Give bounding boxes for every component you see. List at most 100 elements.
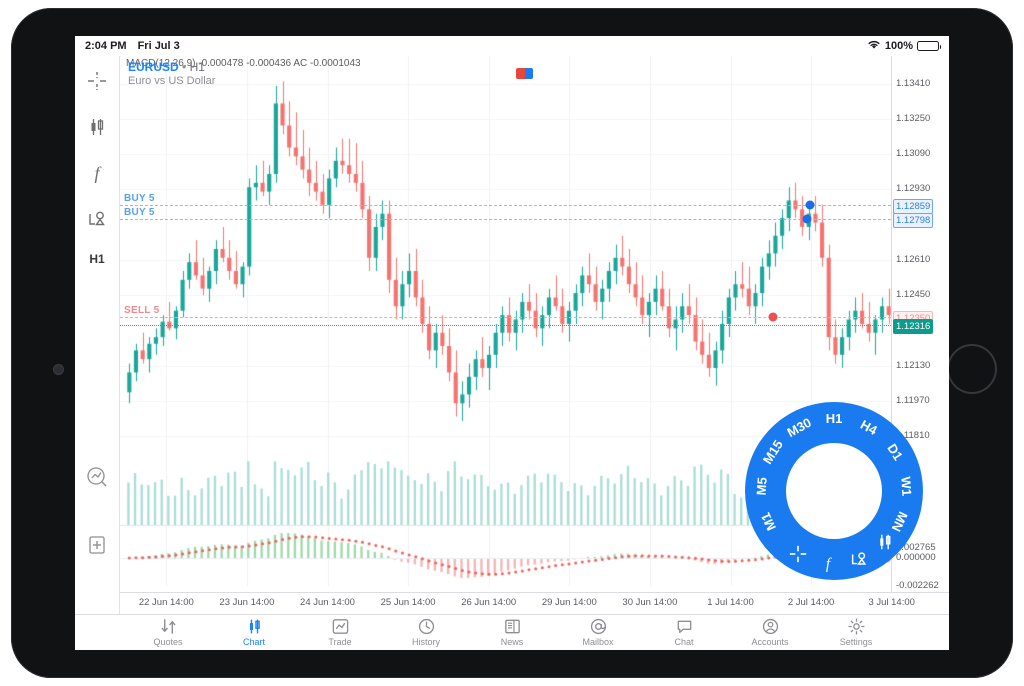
- gear-icon: [847, 617, 866, 636]
- tab-chat[interactable]: Chat: [656, 617, 712, 647]
- status-bar-left: 2:04 PM Fri Jul 3: [85, 40, 180, 52]
- tablet-device-frame: 2:04 PM Fri Jul 3 100% f H1 EURUSD • H1 …: [11, 8, 1013, 678]
- price-axis-tick: 1.13250: [896, 112, 931, 124]
- tab-settings[interactable]: Settings: [828, 617, 884, 647]
- tab-label: History: [411, 637, 440, 647]
- tab-news[interactable]: News: [484, 617, 540, 647]
- timeframe-option-h4[interactable]: H4: [858, 417, 880, 438]
- chart-left-toolbar-bottom: [75, 460, 119, 574]
- trade-line-icon: [331, 617, 350, 636]
- level-line-bid[interactable]: [120, 324, 891, 326]
- time-axis[interactable]: 22 Jun 14:00 23 Jun 14:00 24 Jun 14:00 25 J…: [120, 592, 949, 614]
- timeframe-option-m15[interactable]: M15: [760, 437, 786, 466]
- time-axis-tick: 26 Jun 14:00: [461, 597, 517, 608]
- tab-label: News: [500, 637, 524, 647]
- price-axis-tick: 1.13410: [896, 77, 931, 89]
- position-marker-buy[interactable]: [802, 214, 812, 224]
- newspaper-icon: [503, 617, 522, 636]
- timeframe-option-w1[interactable]: W1: [898, 476, 914, 496]
- price-axis-badge-bid[interactable]: 1.12316: [893, 318, 934, 334]
- timeframe-option-h1[interactable]: H1: [826, 411, 843, 426]
- add-chart-icon[interactable]: [80, 528, 114, 562]
- macd-axis-tick: -0.002262: [896, 580, 939, 591]
- symbol-description: Euro vs US Dollar: [128, 75, 216, 87]
- wifi-icon: [867, 39, 881, 53]
- tab-mailbox[interactable]: Mailbox: [570, 617, 626, 647]
- time-axis-tick: 29 Jun 14:00: [541, 597, 597, 608]
- time-axis-tick: 3 Jul 14:00: [868, 597, 915, 608]
- home-button[interactable]: [949, 346, 995, 392]
- time-axis-tick: 1 Jul 14:00: [707, 597, 754, 608]
- current-timeframe-label[interactable]: H1: [89, 252, 104, 266]
- chart-search-icon[interactable]: [80, 460, 114, 494]
- candlestick-icon[interactable]: [875, 532, 895, 552]
- indicators-f-icon[interactable]: f: [80, 156, 114, 190]
- tab-chart[interactable]: Chart: [226, 617, 282, 647]
- level-tag-buy[interactable]: BUY 5: [124, 207, 155, 218]
- time-axis-tick: 24 Jun 14:00: [300, 597, 355, 608]
- tab-label: Quotes: [153, 637, 183, 647]
- timeframe-option-m1[interactable]: M1: [758, 510, 779, 533]
- status-date: Fri Jul 3: [137, 40, 180, 52]
- indicators-f-icon[interactable]: f: [818, 553, 838, 573]
- price-axis-tick: 1.12450: [896, 289, 931, 301]
- price-axis-tick: 1.12130: [896, 359, 931, 371]
- price-axis-tick: 1.11970: [896, 395, 930, 407]
- timeframe-wheel-center: [786, 443, 882, 539]
- timeframe-option-mn[interactable]: MN: [889, 509, 911, 534]
- tab-quotes[interactable]: Quotes: [140, 617, 196, 647]
- objects-icon[interactable]: [80, 202, 114, 236]
- price-axis-badge-buy[interactable]: 1.12859: [893, 199, 934, 215]
- candlestick-icon: [245, 617, 264, 636]
- status-bar-right: 100%: [867, 39, 941, 53]
- bottom-tab-bar[interactable]: Quotes Chart Trade History News Mailbox Chat Ac…: [75, 614, 949, 650]
- status-time: 2:04 PM: [85, 40, 127, 52]
- tab-label: Chat: [674, 637, 694, 647]
- crosshair-icon[interactable]: [80, 64, 114, 98]
- battery-percent-label: 100%: [884, 40, 913, 52]
- symbol-line: EURUSD • H1: [128, 60, 215, 74]
- speech-bubble-icon: [675, 617, 694, 636]
- front-camera-icon: [54, 365, 63, 374]
- level-line-buy[interactable]: [120, 218, 891, 220]
- quotes-arrows-icon: [159, 617, 178, 636]
- news-event-marker[interactable]: [516, 68, 533, 79]
- status-bar: 2:04 PM Fri Jul 3 100%: [75, 36, 949, 56]
- timeframe-option-m5[interactable]: M5: [754, 477, 770, 496]
- time-axis-tick: 2 Jul 14:00: [787, 597, 835, 608]
- tab-label: Mailbox: [582, 637, 614, 647]
- candlestick-icon[interactable]: [80, 110, 114, 144]
- at-sign-icon: [589, 617, 608, 636]
- chart-panel[interactable]: EURUSD • H1 Euro vs US Dollar BUY 5 BUY 5…: [119, 56, 949, 614]
- price-axis-badge-buy[interactable]: 1.12798: [893, 212, 934, 228]
- mt-app: f H1 EURUSD • H1 Euro vs US Dollar BUY 5…: [75, 56, 949, 650]
- tab-label: Chart: [242, 637, 265, 647]
- time-axis-tick: 22 Jun 14:00: [138, 597, 194, 608]
- symbol-separator: •: [182, 60, 187, 74]
- level-line-buy[interactable]: [120, 205, 891, 207]
- level-tag-buy[interactable]: BUY 5: [124, 193, 155, 204]
- timeframe-wheel[interactable]: M1 M5 M15 M30 H1 H4 D1 W1 MN f: [745, 402, 923, 580]
- user-circle-icon: [761, 617, 780, 636]
- level-tag-sell[interactable]: SELL 5: [124, 305, 160, 316]
- timeframe-option-d1[interactable]: D1: [884, 441, 906, 463]
- svg-text:f: f: [826, 556, 833, 573]
- symbol-timeframe: H1: [189, 60, 205, 74]
- macd-axis-tick: 0.000000: [896, 552, 936, 563]
- crosshair-icon[interactable]: [788, 544, 808, 564]
- time-axis-tick: 30 Jun 14:00: [622, 597, 678, 608]
- tab-history[interactable]: History: [398, 617, 454, 647]
- tab-accounts[interactable]: Accounts: [742, 617, 798, 647]
- tab-trade[interactable]: Trade: [312, 617, 368, 647]
- position-marker-buy[interactable]: [805, 200, 815, 210]
- objects-icon[interactable]: [849, 549, 869, 569]
- position-marker-sell[interactable]: [768, 312, 778, 322]
- time-axis-tick: 25 Jun 14:00: [380, 597, 436, 608]
- timeframe-option-m30[interactable]: M30: [784, 415, 813, 440]
- battery-full-icon: [917, 41, 941, 51]
- screen: 2:04 PM Fri Jul 3 100% f H1 EURUSD • H1 …: [75, 36, 949, 650]
- tab-label: Accounts: [751, 637, 789, 647]
- time-axis-tick: 23 Jun 14:00: [219, 597, 275, 608]
- tab-label: Trade: [328, 637, 352, 647]
- price-axis-tick: 1.13090: [896, 148, 931, 160]
